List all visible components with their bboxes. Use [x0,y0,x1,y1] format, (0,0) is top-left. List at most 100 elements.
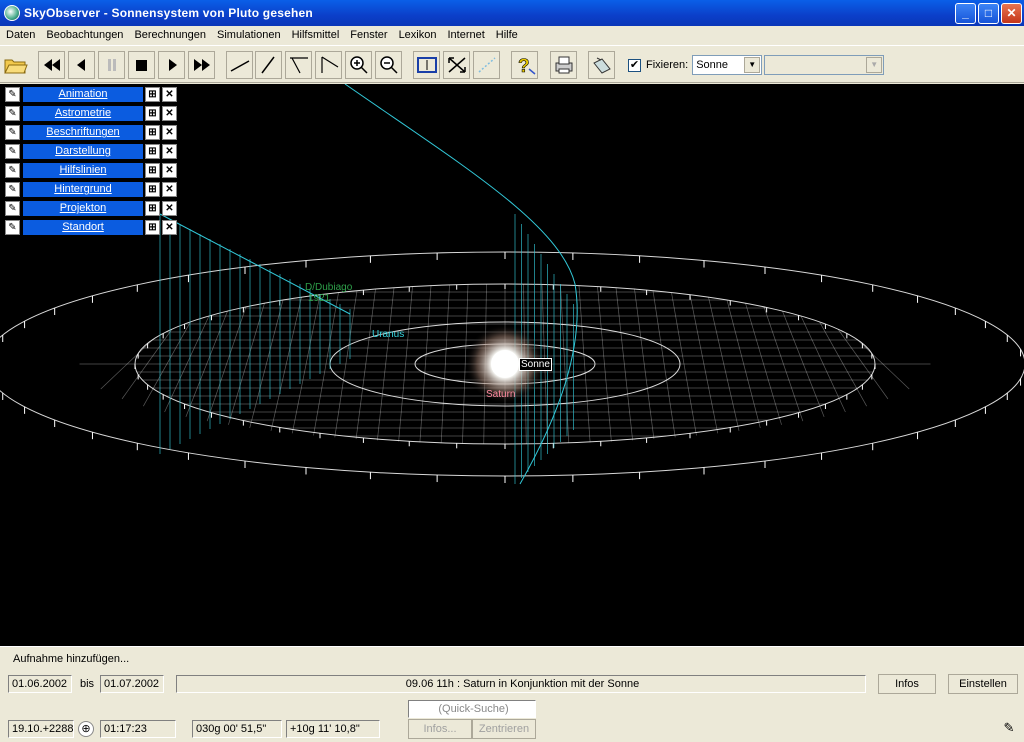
maximize-button[interactable]: □ [978,3,999,24]
menu-lexikon[interactable]: Lexikon [399,29,437,41]
close-icon[interactable]: ✕ [162,220,177,235]
panel-darstellung-label[interactable]: Darstellung [23,144,143,159]
menu-berechnungen[interactable]: Berechnungen [134,29,206,41]
dubiago-year-label: 1921 [308,293,331,304]
clock-icon[interactable]: ⊕ [78,721,94,737]
panel-standort-label[interactable]: Standort [23,220,143,235]
edit-pencil-icon[interactable]: ✎ [5,163,20,178]
dock-icon[interactable]: ⊞ [145,201,160,216]
menu-simulationen[interactable]: Simulationen [217,29,281,41]
coordinate-bar: 19.10.+2288 ⊕ 01:17:23 030g 00' 51,5" +1… [0,698,1024,742]
date-code-field[interactable]: 19.10.+2288 [8,720,74,738]
time-field[interactable]: 01:17:23 [100,720,176,738]
panel-projekton: ✎ Projekton ⊞ ✕ [5,201,177,216]
fix-target-select[interactable]: Sonne ▼ [692,55,763,75]
quick-search-input[interactable]: (Quick-Suche) [408,700,536,718]
panel-animation: ✎ Animation ⊞ ✕ [5,87,177,102]
zoom-in-button[interactable] [345,51,372,79]
edit-pencil-icon[interactable]: ✎ [5,125,20,140]
step-forward-button[interactable] [158,51,185,79]
date-from-field[interactable]: 01.06.2002 [8,675,72,693]
fix-area: ✔ Fixieren: Sonne ▼ ▼ [628,53,888,77]
secondary-select[interactable]: ▼ [764,55,885,75]
chevron-down-icon[interactable]: ▼ [744,57,761,73]
tilt-left-button[interactable] [226,51,253,79]
dock-icon[interactable]: ⊞ [145,144,160,159]
help-button[interactable]: ? [511,51,538,79]
forward-fast-button[interactable] [188,51,215,79]
settings-tool-button[interactable] [588,51,615,79]
dock-icon[interactable]: ⊞ [145,87,160,102]
center-button[interactable]: Zentrieren [472,719,536,739]
date-to-field[interactable]: 01.07.2002 [100,675,164,693]
angle-down-button[interactable] [285,51,312,79]
edit-pencil-icon[interactable]: ✎ [5,182,20,197]
rewind-fast-button[interactable] [38,51,65,79]
expand-view-button[interactable] [443,51,470,79]
tilt-up-button[interactable] [255,51,282,79]
close-icon[interactable]: ✕ [162,163,177,178]
panel-hintergrund-label[interactable]: Hintergrund [23,182,143,197]
sun-disk[interactable] [491,350,519,378]
close-icon[interactable]: ✕ [162,125,177,140]
infos-disabled-button[interactable]: Infos... [408,719,472,739]
line-steep-icon [260,56,275,74]
dock-icon[interactable]: ⊞ [145,182,160,197]
close-icon[interactable]: ✕ [162,87,177,102]
dubiago-label[interactable]: D/Dubiago [305,282,352,293]
close-icon[interactable]: ✕ [162,106,177,121]
menu-fenster[interactable]: Fenster [350,29,387,41]
status-message: Aufnahme hinzufügen... [13,652,130,665]
edit-pencil-icon[interactable]: ✎ [5,220,20,235]
settings-button[interactable]: Einstellen [948,674,1018,694]
step-back-button[interactable] [68,51,95,79]
menu-internet[interactable]: Internet [447,29,484,41]
sky-viewport[interactable]: D/Dubiago 1921 Uranus Sonne Saturn ✎ Ani… [0,84,1024,646]
panel-hilfslinien-label[interactable]: Hilfslinien [23,163,143,178]
minimize-button[interactable]: _ [955,3,976,24]
saturn-label[interactable]: Saturn [486,389,515,400]
open-folder-button[interactable] [2,51,30,79]
title-bar: SkyObserver - Sonnensystem von Pluto ges… [0,0,1024,26]
panel-hintergrund: ✎ Hintergrund ⊞ ✕ [5,182,177,197]
stop-button[interactable] [128,51,155,79]
edit-pencil-icon[interactable]: ✎ [5,106,20,121]
edit-pencil-icon[interactable]: ✎ [5,144,20,159]
zoom-out-button[interactable] [375,51,402,79]
panel-astrometrie-label[interactable]: Astrometrie [23,106,143,121]
angle-right-button[interactable] [315,51,342,79]
chevron-down-icon[interactable]: ▼ [866,57,883,73]
menu-beobachtungen[interactable]: Beobachtungen [46,29,123,41]
close-icon[interactable]: ✕ [162,182,177,197]
menu-daten[interactable]: Daten [6,29,35,41]
fit-view-button[interactable] [413,51,440,79]
status-line: Aufnahme hinzufügen... [0,646,1024,670]
tools-icon [592,57,611,74]
fix-checkbox[interactable]: ✔ [628,58,641,72]
menu-hilfsmittel[interactable]: Hilfsmittel [292,29,340,41]
sun-label[interactable]: Sonne [519,358,552,371]
date-range-bar: 01.06.2002 bis 01.07.2002 09.06 11h : Sa… [0,672,1024,696]
edit-pencil-icon[interactable]: ✎ [5,87,20,102]
panel-beschriftungen-label[interactable]: Beschriftungen [23,125,143,140]
close-icon[interactable]: ✕ [162,201,177,216]
pause-button[interactable] [98,51,125,79]
menu-hilfe[interactable]: Hilfe [496,29,518,41]
close-button[interactable]: ✕ [1001,3,1022,24]
dubiago-name: D/Dubiago [305,282,353,293]
dock-icon[interactable]: ⊞ [145,106,160,121]
dock-icon[interactable]: ⊞ [145,220,160,235]
measure-button[interactable] [473,51,500,79]
print-button[interactable] [550,51,577,79]
panel-animation-label[interactable]: Animation [23,87,143,102]
event-display: 09.06 11h : Saturn in Konjunktion mit de… [176,675,866,693]
panel-beschriftungen: ✎ Beschriftungen ⊞ ✕ [5,125,177,140]
edit-pencil-icon[interactable]: ✎ [5,201,20,216]
close-icon[interactable]: ✕ [162,144,177,159]
pencil-icon[interactable]: ✎ [1000,720,1018,738]
panel-projekton-label[interactable]: Projekton [23,201,143,216]
dock-icon[interactable]: ⊞ [145,163,160,178]
dock-icon[interactable]: ⊞ [145,125,160,140]
infos-button[interactable]: Infos [878,674,936,694]
uranus-label[interactable]: Uranus [372,329,404,340]
